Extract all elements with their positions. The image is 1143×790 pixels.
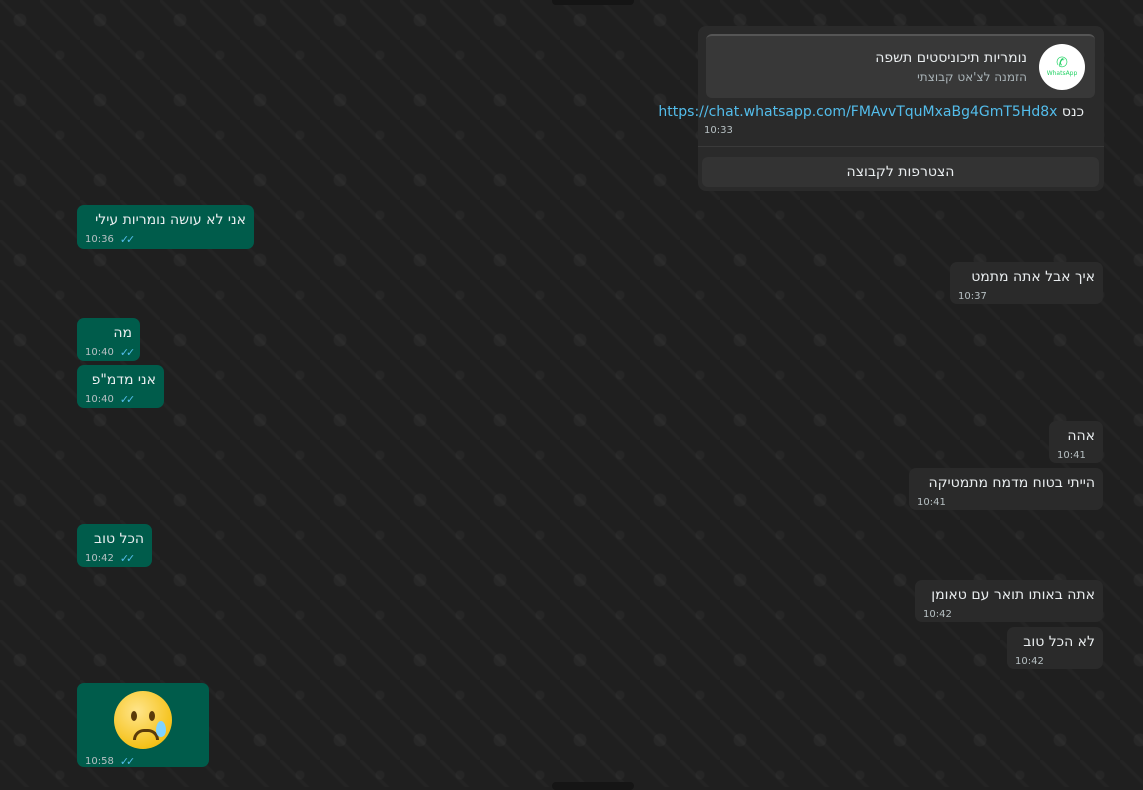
read-ticks-icon: ✓✓ <box>119 755 136 768</box>
read-ticks-icon: ✓✓ <box>119 393 136 406</box>
message-time: 10:41 <box>1057 450 1086 461</box>
message-bubble-incoming[interactable]: אהה 10:41 <box>1049 421 1103 463</box>
message-bubble-outgoing[interactable]: אני מדמ"פ 10:40 ✓✓ <box>77 365 164 408</box>
read-ticks-icon: ✓✓ <box>119 233 136 246</box>
scroll-handle-top[interactable] <box>552 0 634 5</box>
divider <box>698 146 1104 147</box>
join-group-button[interactable]: הצטרפות לקבוצה <box>702 157 1099 187</box>
message-bubble-incoming[interactable]: הייתי בטוח מדמח מתמטיקה 10:41 <box>909 468 1103 510</box>
message-bubble-outgoing[interactable]: 10:58 ✓✓ <box>77 683 209 768</box>
message-text: אני מדמ"פ <box>91 372 156 388</box>
message-time: 10:42 <box>85 553 114 564</box>
message-text: איך אבל אתה מתמט <box>971 269 1095 285</box>
message-time: 10:41 <box>917 497 946 508</box>
message-time: 10:36 <box>85 234 114 245</box>
message-bubble-outgoing[interactable]: אני לא עושה נומריות עילי 10:36 ✓✓ <box>77 205 254 249</box>
message-time: 10:42 <box>1015 656 1044 667</box>
invite-group-name: נומריות תיכוניסטים תשפה <box>875 50 1027 66</box>
message-bubble-incoming[interactable]: לא הכל טוב 10:42 <box>1007 627 1103 669</box>
logo-wordmark: WhatsApp <box>1046 70 1078 77</box>
message-time: 10:37 <box>958 291 987 302</box>
message-bubble-incoming[interactable]: אתה באותו תואר עם טאומן 10:42 <box>915 580 1103 622</box>
message-text: אני לא עושה נומריות עילי <box>95 212 246 228</box>
message-text: הייתי בטוח מדמח מתמטיקה <box>928 475 1095 491</box>
invite-preview[interactable]: ✆ WhatsApp נומריות תיכוניסטים תשפה הזמנה… <box>706 34 1095 98</box>
scroll-handle-bottom[interactable] <box>552 782 634 790</box>
crying-face-icon <box>114 691 172 749</box>
invite-prefix: כנס <box>1061 104 1084 120</box>
message-text: הכל טוב <box>94 531 144 547</box>
group-invite-card: ✆ WhatsApp נומריות תיכוניסטים תשפה הזמנה… <box>658 26 1104 191</box>
invite-message-text: https://chat.whatsapp.com/FMAvvTquMxaBg4… <box>658 104 1084 120</box>
message-text: מה <box>113 325 132 341</box>
message-time: 10:40 <box>85 347 114 358</box>
message-time: 10:40 <box>85 394 114 405</box>
message-bubble-incoming[interactable]: איך אבל אתה מתמט 10:37 <box>950 262 1103 304</box>
message-time: 10:42 <box>923 609 952 620</box>
message-text: אהה <box>1067 428 1095 444</box>
message-time: 10:33 <box>704 125 733 136</box>
phone-bubble-icon: ✆ <box>1056 55 1068 71</box>
message-bubble-outgoing[interactable]: מה 10:40 ✓✓ <box>77 318 140 361</box>
message-text: לא הכל טוב <box>1023 634 1095 650</box>
message-text: אתה באותו תואר עם טאומן <box>931 587 1095 603</box>
read-ticks-icon: ✓✓ <box>119 346 136 359</box>
invite-link[interactable]: https://chat.whatsapp.com/FMAvvTquMxaBg4… <box>658 104 1057 120</box>
read-ticks-icon: ✓✓ <box>119 552 136 565</box>
message-time: 10:58 <box>85 756 114 767</box>
whatsapp-logo-icon: ✆ WhatsApp <box>1039 44 1085 90</box>
message-bubble-outgoing[interactable]: הכל טוב 10:42 ✓✓ <box>77 524 152 567</box>
invite-subtitle: הזמנה לצ'אט קבוצתי <box>917 70 1027 84</box>
